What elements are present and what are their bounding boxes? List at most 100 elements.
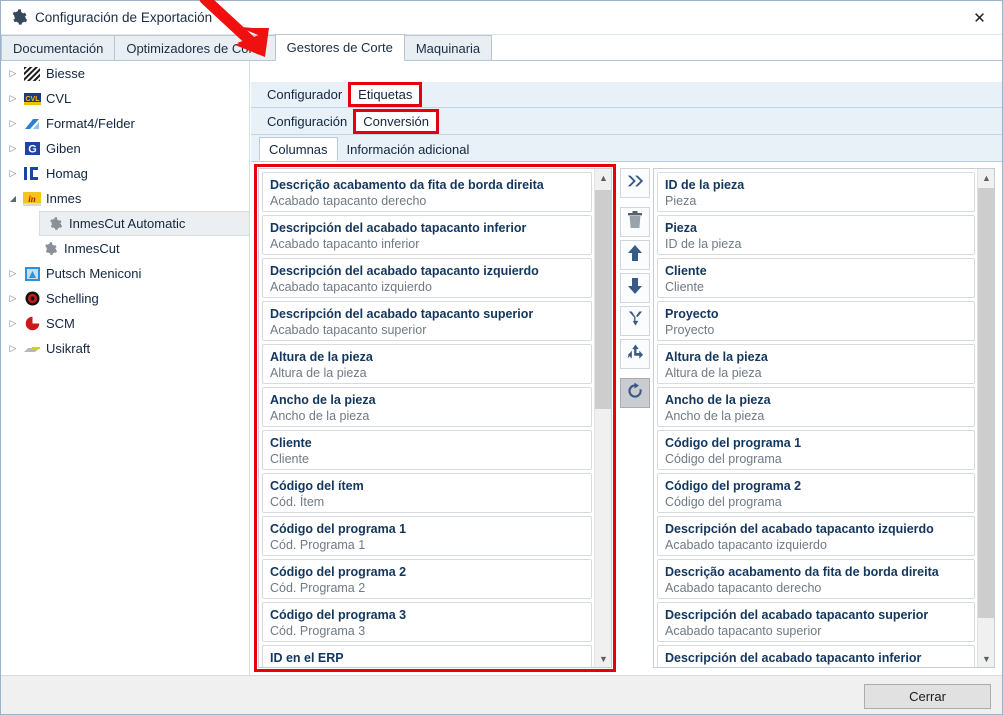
list-item[interactable]: Descripción del acabado tapacanto superi… (262, 301, 592, 341)
sidebar-item-label: Putsch Meniconi (46, 266, 142, 281)
chevron-right-icon[interactable] (5, 93, 21, 104)
split-button[interactable] (620, 339, 650, 369)
merge-button[interactable] (620, 306, 650, 336)
list-item-title: Ancho de la pieza (665, 393, 771, 407)
chevron-right-icon[interactable] (5, 293, 21, 304)
chevron-right-icon[interactable] (5, 318, 21, 329)
scm-icon (23, 316, 41, 332)
chevron-down-icon[interactable] (5, 194, 21, 203)
list-item[interactable]: Código del programa 2 Cód. Programa 2 (262, 559, 592, 599)
chevron-right-icon[interactable] (5, 168, 21, 179)
list-item[interactable]: Código del ítem Cód. Ítem (262, 473, 592, 513)
close-button[interactable]: Cerrar (864, 684, 991, 709)
tab-configuracion[interactable]: Configuración (259, 111, 355, 132)
tab-maquinaria[interactable]: Maquinaria (403, 35, 493, 60)
chevron-right-icon[interactable] (5, 143, 21, 154)
list-item[interactable]: Descripción del acabado tapacanto izquie… (262, 258, 592, 298)
usikraft-icon (23, 341, 41, 357)
list-item[interactable]: Pieza ID de la pieza (657, 215, 975, 255)
close-icon[interactable]: ✕ (957, 1, 1002, 34)
sidebar-item-putsch-meniconi[interactable]: Putsch Meniconi (1, 261, 249, 286)
columns-transfer-area: Descrição acabamento da fita de borda di… (251, 162, 1002, 675)
list-item-title: Descripción del acabado tapacanto izquie… (270, 264, 539, 278)
scroll-down-icon[interactable]: ▼ (978, 650, 994, 667)
tab-configurador[interactable]: Configurador (259, 84, 350, 105)
sidebar-item-label: InmesCut Automatic (69, 216, 186, 231)
move-all-right-button[interactable] (620, 168, 650, 198)
sidebar-item-inmescut-automatic[interactable]: InmesCut Automatic (39, 211, 249, 236)
scrollbar-thumb[interactable] (595, 190, 611, 409)
sidebar-item-scm[interactable]: SCM (1, 311, 249, 336)
sidebar-item-cvl[interactable]: CVL CVL (1, 86, 249, 111)
selected-list-scrollbar[interactable]: ▲ ▼ (977, 169, 994, 667)
list-item[interactable]: Código del programa 3 Cód. Programa 3 (262, 602, 592, 642)
list-item-title: Descripción del acabado tapacanto inferi… (665, 651, 922, 665)
sidebar-item-giben[interactable]: G Giben (1, 136, 249, 161)
list-item[interactable]: Ancho de la pieza Ancho de la pieza (657, 387, 975, 427)
scroll-up-icon[interactable]: ▲ (978, 169, 994, 186)
sidebar-item-inmes[interactable]: in Inmes (1, 186, 249, 211)
list-item-subtitle: Acabado tapacanto superior (270, 323, 427, 337)
scrollbar-thumb[interactable] (978, 188, 994, 618)
window-title: Configuración de Exportación (35, 10, 213, 25)
sidebar-item-inmescut[interactable]: InmesCut (1, 236, 249, 261)
chevron-right-icon[interactable] (5, 118, 21, 129)
tab-documentacion[interactable]: Documentación (1, 35, 116, 60)
scroll-down-icon[interactable]: ▼ (595, 650, 611, 667)
sidebar-item-biesse[interactable]: Biesse (1, 61, 249, 86)
list-item[interactable]: Cliente Cliente (657, 258, 975, 298)
chevron-right-icon[interactable] (5, 343, 21, 354)
available-list-scrollbar[interactable]: ▲ ▼ (594, 169, 611, 667)
tab-conversion[interactable]: Conversión (353, 108, 439, 134)
sidebar-item-schelling[interactable]: Schelling (1, 286, 249, 311)
list-item[interactable]: Descripción del acabado tapacanto izquie… (657, 516, 975, 556)
scroll-up-icon[interactable]: ▲ (595, 169, 611, 186)
list-item[interactable]: Descripción del acabado tapacanto inferi… (657, 645, 975, 667)
sidebar-item-label: Biesse (46, 66, 86, 81)
sidebar-item-label: Usikraft (46, 341, 91, 356)
list-item-subtitle: Proyecto (665, 323, 715, 337)
list-item[interactable]: Código del programa 2 Código del program… (657, 473, 975, 513)
delete-button[interactable] (620, 207, 650, 237)
list-item-subtitle: Acabado tapacanto derecho (270, 194, 427, 208)
list-item[interactable]: Descrição acabamento da fita de borda di… (262, 172, 592, 212)
list-item[interactable]: Cliente Cliente (262, 430, 592, 470)
chevron-right-icon[interactable] (5, 268, 21, 279)
list-item[interactable]: Código del programa 1 Cód. Programa 1 (262, 516, 592, 556)
tab-optimizadores-de-corte[interactable]: Optimizadores de Corte (114, 35, 276, 60)
machine-tree-sidebar[interactable]: Biesse CVL CVL Format4/Felder G Giben (1, 61, 250, 675)
list-item-title: Código del programa 2 (665, 479, 802, 493)
list-item-title: Altura de la pieza (665, 350, 768, 364)
tab-columnas[interactable]: Columnas (259, 137, 338, 161)
selected-columns-list[interactable]: ID de la pieza Pieza Pieza ID de la piez… (653, 168, 995, 668)
list-item[interactable]: Descrição acabamento da fita de borda di… (657, 559, 975, 599)
reset-button[interactable] (620, 378, 650, 408)
list-item[interactable]: Descripción del acabado tapacanto inferi… (262, 215, 592, 255)
list-item[interactable]: Ancho de la pieza Ancho de la pieza (262, 387, 592, 427)
available-columns-list[interactable]: Descrição acabamento da fita de borda di… (258, 168, 612, 668)
list-item[interactable]: ID de la pieza Pieza (657, 172, 975, 212)
list-item[interactable]: ID en el ERP (262, 645, 592, 667)
sidebar-item-format4-felder[interactable]: Format4/Felder (1, 111, 249, 136)
tab-informacion-adicional[interactable]: Información adicional (338, 137, 479, 161)
chevron-right-icon[interactable] (5, 68, 21, 79)
list-item[interactable]: Altura de la pieza Altura de la pieza (657, 344, 975, 384)
list-item-title: Descrição acabamento da fita de borda di… (270, 178, 544, 192)
list-item[interactable]: Código del programa 1 Código del program… (657, 430, 975, 470)
list-item[interactable]: Altura de la pieza Altura de la pieza (262, 344, 592, 384)
move-up-button[interactable] (620, 240, 650, 270)
dialog-footer: Cerrar (1, 675, 1002, 714)
move-down-button[interactable] (620, 273, 650, 303)
sidebar-item-homag[interactable]: Homag (1, 161, 249, 186)
sidebar-item-usikraft[interactable]: Usikraft (1, 336, 249, 361)
list-item-title: Cliente (270, 436, 312, 450)
list-item[interactable]: Descripción del acabado tapacanto superi… (657, 602, 975, 642)
list-item-subtitle: Acabado tapacanto derecho (665, 581, 822, 595)
tab-etiquetas[interactable]: Etiquetas (348, 82, 423, 107)
content-pane: Configurador Etiquetas Configuración Con… (251, 61, 1002, 675)
tab-gestores-de-corte[interactable]: Gestores de Corte (274, 34, 405, 61)
selected-list-items: ID de la pieza Pieza Pieza ID de la piez… (654, 169, 977, 667)
export-settings-window: Configuración de Exportación ✕ Documenta… (0, 0, 1003, 715)
list-item-subtitle: Cliente (270, 452, 309, 466)
list-item[interactable]: Proyecto Proyecto (657, 301, 975, 341)
